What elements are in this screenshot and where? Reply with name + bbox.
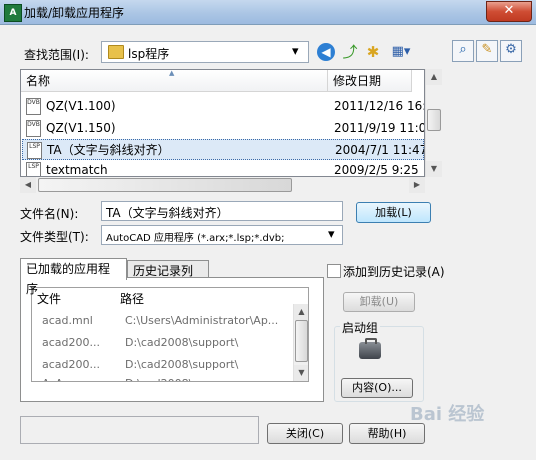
file-name: TA（文字与斜线对齐）: [47, 143, 170, 157]
scroll-thumb[interactable]: [38, 178, 292, 192]
tab-loaded-applications[interactable]: 已加载的应用程序: [20, 258, 127, 296]
title-bar[interactable]: A 加载/卸载应用程序 ✕: [0, 0, 536, 25]
scroll-thumb[interactable]: [295, 320, 308, 362]
views-menu-icon[interactable]: ▦▾: [388, 43, 414, 61]
back-icon[interactable]: ◀: [317, 43, 335, 61]
dvb-file-icon: DVB: [26, 98, 41, 115]
autocad-app-icon: A: [4, 4, 22, 22]
close-button[interactable]: 关闭(C): [267, 423, 343, 444]
file-type-dropdown[interactable]: AutoCAD 应用程序 (*.arx;*.lsp;*.dvb; ▾: [101, 225, 343, 245]
contents-button[interactable]: 内容(O)...: [341, 378, 413, 398]
look-in-dropdown[interactable]: lsp程序 ▾: [101, 41, 309, 63]
window-close-button[interactable]: ✕: [486, 1, 532, 22]
app-file: AcApp.arx: [42, 373, 98, 381]
column-header-path[interactable]: 路径: [120, 290, 144, 307]
apps-vertical-scrollbar[interactable]: ▲ ▼: [293, 304, 308, 381]
scroll-down-icon[interactable]: ▼: [426, 161, 442, 177]
scroll-up-icon[interactable]: ▲: [294, 304, 308, 320]
help-button[interactable]: 帮助(H): [349, 423, 425, 444]
file-date: 2009/2/5 9:25: [334, 163, 419, 177]
column-header-date-label: 修改日期: [333, 74, 382, 88]
new-folder-icon[interactable]: ✱: [364, 43, 382, 61]
app-row[interactable]: acad.mnl C:\Users\Administrator\Ap...: [32, 310, 294, 332]
scroll-left-icon[interactable]: ◀: [20, 177, 36, 193]
file-row[interactable]: DVB QZ(V1.150) 2011/9/19 11:06: [22, 118, 424, 139]
file-type-value: AutoCAD 应用程序 (*.arx;*.lsp;*.dvb;: [106, 233, 285, 244]
startup-group-label: 启动组: [340, 319, 381, 336]
file-name-value: TA（文字与斜线对齐）: [106, 206, 229, 220]
app-file: acad.mnl: [42, 314, 93, 327]
chevron-down-icon: ▾: [328, 227, 335, 242]
file-date: 2004/7/1 11:47: [335, 143, 425, 157]
file-name: QZ(V1.100): [46, 99, 116, 113]
folder-icon: [108, 45, 124, 59]
app-path: C:\Users\Administrator\Ap...: [125, 314, 279, 327]
search-icon[interactable]: ⌕: [452, 40, 474, 62]
add-history-checkbox[interactable]: [327, 264, 341, 278]
app-row[interactable]: AcApp.arx D:\cad2008\: [32, 373, 294, 381]
sort-arrow-icon: ▲: [169, 69, 175, 77]
file-list[interactable]: 名称 ▲ 修改日期 DVB QZ(V1.100) 2011/12/16 16:2…: [20, 69, 425, 177]
lsp-file-icon: LSP: [27, 142, 42, 159]
scroll-up-icon[interactable]: ▲: [426, 69, 442, 85]
app-row[interactable]: acad200... D:\cad2008\support\: [32, 332, 294, 354]
app-file: acad200...: [42, 336, 100, 349]
status-box: [20, 416, 259, 444]
file-row[interactable]: LSP textmatch 2009/2/5 9:25: [22, 160, 424, 177]
tools-icon[interactable]: ✎: [476, 40, 498, 62]
file-name: QZ(V1.150): [46, 121, 116, 135]
lsp-file-icon: LSP: [26, 162, 41, 176]
app-path: D:\cad2008\: [125, 373, 192, 381]
load-button[interactable]: 加载(L): [356, 202, 431, 223]
file-row-selected[interactable]: LSP TA（文字与斜线对齐） 2004/7/1 11:47: [22, 139, 424, 160]
watermark: Bai 经验: [410, 404, 485, 425]
column-header-name[interactable]: 名称 ▲: [21, 70, 328, 92]
file-list-vertical-scrollbar[interactable]: ▲ ▼: [425, 69, 442, 177]
file-name-input[interactable]: TA（文字与斜线对齐）: [101, 201, 343, 221]
file-name-label: 文件名(N):: [20, 207, 79, 221]
scroll-right-icon[interactable]: ▶: [409, 177, 425, 193]
dvb-file-icon: DVB: [26, 120, 41, 137]
file-date: 2011/9/19 11:06: [334, 121, 425, 135]
scroll-down-icon[interactable]: ▼: [294, 365, 308, 381]
column-header-file[interactable]: 文件: [37, 290, 61, 307]
file-row[interactable]: DVB QZ(V1.100) 2011/12/16 16:2: [22, 96, 424, 117]
file-name: textmatch: [46, 163, 108, 177]
look-in-label: 查找范围(I):: [24, 48, 89, 62]
column-header-name-label: 名称: [26, 74, 51, 88]
unload-button[interactable]: 卸载(U): [343, 292, 415, 312]
file-date: 2011/12/16 16:2: [334, 99, 425, 113]
window-title: 加载/卸载应用程序: [24, 6, 125, 20]
scroll-thumb[interactable]: [427, 109, 441, 131]
briefcase-icon: [359, 338, 381, 359]
loaded-apps-list[interactable]: 文件 路径 acad.mnl C:\Users\Administrator\Ap…: [31, 287, 309, 382]
up-folder-icon[interactable]: ⤴: [341, 43, 359, 61]
file-list-horizontal-scrollbar[interactable]: ◀ ▶: [20, 177, 425, 193]
look-in-value: lsp程序: [128, 47, 170, 61]
column-header-date[interactable]: 修改日期: [328, 70, 412, 92]
chevron-down-icon: ▾: [292, 44, 299, 59]
app-path: D:\cad2008\support\: [125, 336, 239, 349]
add-history-label: 添加到历史记录(A): [343, 265, 445, 279]
file-type-label: 文件类型(T):: [20, 230, 89, 244]
properties-icon[interactable]: ⚙: [500, 40, 522, 62]
